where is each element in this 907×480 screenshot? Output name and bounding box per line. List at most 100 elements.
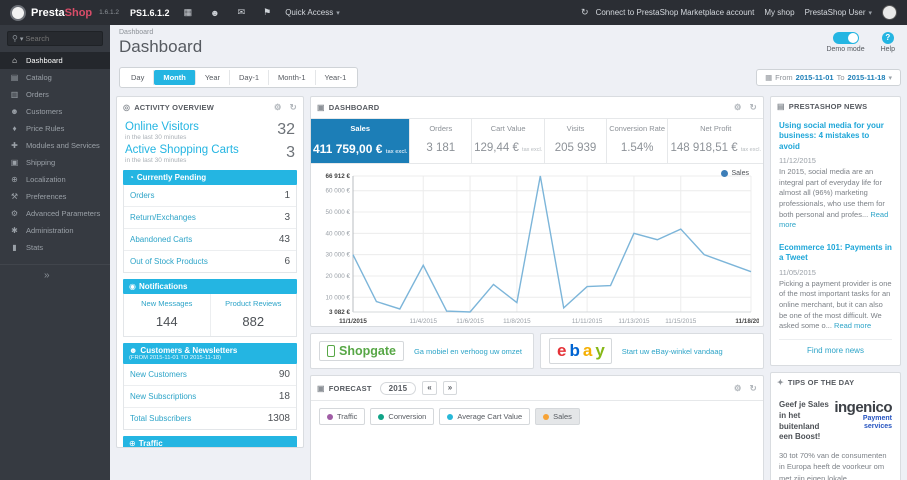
- customers-row[interactable]: New Subscriptions 18: [124, 386, 296, 408]
- my-shop-link[interactable]: My shop: [764, 8, 794, 17]
- metric-tab[interactable]: Visits 205 939: [545, 119, 607, 163]
- metric-tabs: Sales 411 759,00 € tax excl. Orders 3 18…: [311, 118, 763, 164]
- sidebar-item[interactable]: ♦ Price Rules: [0, 120, 110, 137]
- refresh-icon[interactable]: ↻: [750, 383, 757, 394]
- notifications-cells: New Messages 144 Product Reviews 882: [123, 294, 297, 337]
- sidebar-item[interactable]: ☻ Customers: [0, 103, 110, 120]
- notification-cell[interactable]: New Messages 144: [124, 294, 211, 336]
- read-more-link[interactable]: Read more: [834, 321, 871, 330]
- search-scope-caret-icon[interactable]: ▾: [20, 35, 24, 43]
- dashboard-columns: ◎ ACTIVITY OVERVIEW ⚙ ↻ Online Visitors: [116, 96, 901, 480]
- metric-tab[interactable]: Orders 3 181: [410, 119, 473, 163]
- range-button[interactable]: Year: [195, 70, 230, 85]
- activity-stats: Online Visitors in the last 30 minutes 3…: [117, 118, 303, 164]
- ebay-logo[interactable]: ebay: [549, 338, 612, 364]
- series-dot-icon: [378, 413, 385, 420]
- forecast-series-button[interactable]: Conversion: [370, 408, 435, 425]
- prestashop-logo[interactable]: PrestaShop 1.6.1.2 PS1.6.1.2: [10, 4, 170, 21]
- svg-text:11/18/2015: 11/18/2015: [735, 318, 759, 325]
- sidebar-item[interactable]: ▤ Catalog: [0, 69, 110, 86]
- collapse-sidebar-button[interactable]: »: [0, 264, 110, 281]
- forecast-series-label: Sales: [553, 412, 572, 421]
- metric-tab[interactable]: Cart Value 129,44 € tax excl.: [472, 119, 546, 163]
- sidebar-item[interactable]: ⚙ Advanced Parameters: [0, 205, 110, 222]
- article-title-link[interactable]: Ecommerce 101: Payments in a Tweet: [779, 243, 892, 264]
- breadcrumb[interactable]: Dashboard: [119, 29, 202, 36]
- chart-legend[interactable]: Sales: [721, 170, 749, 177]
- forecast-series-button[interactable]: Average Cart Value: [439, 408, 531, 425]
- metric-tab[interactable]: Sales 411 759,00 € tax excl.: [311, 119, 411, 163]
- refresh-icon[interactable]: ↻: [290, 102, 297, 113]
- ebay-ad: ebay Start uw eBay-winkel vandaag: [540, 333, 764, 369]
- avatar[interactable]: [882, 5, 897, 20]
- page-title: Dashboard: [119, 37, 203, 56]
- customers-row[interactable]: Total Subscribers 1308: [124, 408, 296, 429]
- pin-icon[interactable]: ⚑: [263, 7, 271, 18]
- customers-row[interactable]: New Customers 90: [124, 364, 296, 386]
- gear-icon[interactable]: ⚙: [274, 102, 282, 113]
- notification-cell[interactable]: Product Reviews 882: [211, 294, 297, 336]
- sidebar-item[interactable]: ⚒ Preferences: [0, 188, 110, 205]
- find-more-news-link[interactable]: Find more news: [771, 340, 900, 365]
- range-button[interactable]: Month-1: [269, 70, 316, 85]
- pending-row[interactable]: Return/Exchanges 3: [124, 207, 296, 229]
- sidebar-item[interactable]: ✚ Modules and Services: [0, 137, 110, 154]
- sidebar-item-icon: ▮: [12, 243, 17, 252]
- metric-tab[interactable]: Net Profit 148 918,51 € tax excl.: [668, 119, 763, 163]
- forecast-next-button[interactable]: »: [442, 381, 458, 395]
- shopgate-ad-link[interactable]: Ga mobiel en verhoog uw omzet: [414, 347, 522, 356]
- date-range-selector[interactable]: ▦ From 2015-11-01 To 2015-11-18 ▾: [756, 69, 901, 86]
- tips-panel-title: TIPS OF THE DAY: [787, 378, 855, 387]
- pending-row[interactable]: Abandoned Carts 43: [124, 229, 296, 251]
- stat-label[interactable]: Active Shopping Carts: [125, 144, 239, 156]
- sidebar-item[interactable]: ⊕ Localization: [0, 171, 110, 188]
- sidebar-item[interactable]: ▮ Stats: [0, 239, 110, 256]
- sidebar-item-label: Localization: [26, 175, 66, 184]
- sidebar-item-icon: ✚: [11, 141, 18, 150]
- cart-icon[interactable]: ▦: [184, 7, 193, 18]
- demo-mode-toggle[interactable]: [832, 32, 859, 44]
- marketplace-link[interactable]: ↻ Connect to PrestaShop Marketplace accou…: [577, 7, 754, 18]
- sidebar-item[interactable]: ▣ Shipping: [0, 154, 110, 171]
- customers-row-label: Total Subscribers: [130, 414, 192, 423]
- stat-sublabel: in the last 30 minutes: [125, 134, 187, 141]
- range-button[interactable]: Year-1: [315, 70, 356, 85]
- pending-row-label: Orders: [130, 191, 155, 200]
- quick-access-menu[interactable]: Quick Access ▾: [285, 8, 340, 17]
- pending-row[interactable]: Orders 1: [124, 185, 296, 207]
- forecast-prev-button[interactable]: «: [422, 381, 437, 395]
- stat-label[interactable]: Online Visitors: [125, 121, 199, 133]
- ebay-ad-link[interactable]: Start uw eBay-winkel vandaag: [622, 347, 723, 356]
- pending-row[interactable]: Out of Stock Products 6: [124, 251, 296, 272]
- user-menu[interactable]: PrestaShop User ▾: [805, 8, 872, 17]
- help-icon[interactable]: ?: [881, 32, 894, 44]
- messages-icon[interactable]: ✉: [238, 7, 246, 18]
- forecast-series-button[interactable]: Sales: [535, 408, 580, 425]
- metric-label: Cart Value: [490, 124, 526, 133]
- gear-icon[interactable]: ⚙: [734, 383, 742, 394]
- article-date: 11/12/2015: [779, 156, 816, 166]
- customers-newsletters-header: ☻ Customers & Newsletters (FROM 2015-11-01…: [123, 343, 297, 364]
- article-title-link[interactable]: Using social media for your business: 4 …: [779, 121, 892, 152]
- sidebar-item-icon: ⌂: [12, 56, 17, 65]
- sales-chart-canvas: 3 082 € 10 000 € 20 000 € 30 000 € 40 000 € 5…: [315, 166, 767, 326]
- news-panel-title: PRESTASHOP NEWS: [788, 102, 868, 111]
- sidebar-item-icon: ▣: [10, 158, 19, 167]
- metric-value: 1.54%: [620, 142, 654, 154]
- sidebar-item[interactable]: ⌂ Dashboard: [0, 52, 110, 69]
- sidebar-item[interactable]: ✱ Administration: [0, 222, 110, 239]
- shopgate-logo[interactable]: Shopgate: [319, 341, 404, 361]
- gear-icon[interactable]: ⚙: [734, 102, 742, 113]
- range-button[interactable]: Day-1: [230, 70, 270, 85]
- range-button[interactable]: Month: [154, 70, 196, 85]
- sidebar-item-label: Orders: [26, 90, 49, 99]
- range-button[interactable]: Day: [122, 70, 155, 85]
- customers-icon[interactable]: ☻: [210, 8, 219, 18]
- ingenico-logo[interactable]: ingenico Payment services: [833, 400, 892, 443]
- refresh-icon[interactable]: ↻: [750, 102, 757, 113]
- sidebar-item[interactable]: ▥ Orders: [0, 86, 110, 103]
- metric-tab[interactable]: Conversion Rate 1.54%: [607, 119, 669, 163]
- ebay-logo-letter: a: [582, 341, 593, 360]
- forecast-series-button[interactable]: Traffic: [319, 408, 366, 425]
- search-input[interactable]: [25, 34, 98, 43]
